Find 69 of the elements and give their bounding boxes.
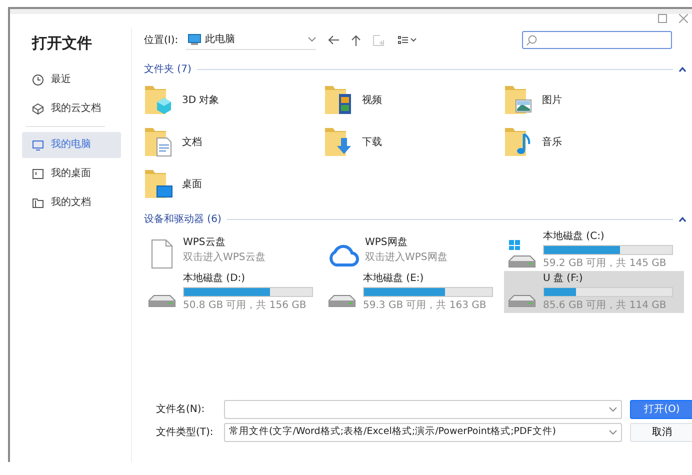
back-arrow-icon[interactable]	[328, 35, 340, 45]
section-title: 文件夹 (7)	[144, 62, 192, 76]
hard-drive-icon	[507, 295, 537, 307]
capacity-text: 59.2 GB 可用，共 145 GB	[543, 256, 668, 271]
chevron-down-icon	[308, 37, 316, 42]
collapse-caret-icon[interactable]	[679, 66, 686, 72]
picture-folder-icon	[504, 84, 534, 116]
hard-drive-icon	[507, 239, 537, 269]
cancel-button[interactable]: 取消	[630, 423, 692, 442]
drive-item[interactable]: 本地磁盘 (C:) 59.2 GB 可用，共 145 GB	[504, 229, 684, 271]
cube-icon	[32, 102, 44, 114]
folder-icon	[32, 196, 44, 208]
video-folder-icon	[324, 84, 354, 116]
drive-item[interactable]: 本地磁盘 (D:) 50.8 GB 可用，共 156 GB	[144, 271, 324, 313]
location-label: 位置(I):	[144, 34, 178, 48]
filename-label: 文件名(N):	[156, 402, 206, 417]
computer-icon	[188, 34, 202, 45]
capacity-text: 85.6 GB 可用，共 114 GB	[543, 298, 668, 313]
hard-drive-icon	[327, 295, 357, 307]
sidebar-item[interactable]: 我的文档	[22, 190, 121, 216]
folder-name[interactable]: 桌面	[182, 176, 202, 192]
chevron-down-icon	[609, 430, 617, 435]
drive-item[interactable]: U 盘 (F:) 85.6 GB 可用，共 114 GB	[504, 271, 684, 313]
chevron-down-icon	[609, 407, 617, 412]
document-folder-icon	[144, 126, 174, 158]
sidebar-item[interactable]: 最近	[22, 66, 121, 92]
desktop-folder-icon	[144, 168, 174, 200]
window-title: 打开文件	[30, 33, 93, 54]
sidebar-item[interactable]: 我的电脑	[22, 132, 121, 158]
capacity-text: 59.3 GB 可用，共 163 GB	[363, 298, 488, 313]
folder-name[interactable]: 下载	[362, 134, 382, 150]
maximize-icon[interactable]	[658, 14, 667, 23]
hard-drive-icon	[147, 295, 177, 307]
cube-folder-icon	[144, 84, 174, 116]
folder-name[interactable]: 文档	[182, 134, 202, 150]
drive-name: 本地磁盘 (D:)	[183, 272, 246, 286]
capacity-text: 50.8 GB 可用，共 156 GB	[183, 298, 308, 313]
drive-name: WPS云盘	[183, 236, 226, 250]
drive-name: 本地磁盘 (C:)	[543, 230, 606, 244]
search-field[interactable]	[522, 31, 672, 49]
section-title: 设备和驱动器 (6)	[144, 212, 222, 226]
open-button[interactable]: 打开(O)	[630, 400, 692, 419]
desktop-icon	[32, 168, 44, 180]
drive-description: 双击进入WPS云盘	[183, 250, 266, 265]
drive-item[interactable]: WPS云盘 双击进入WPS云盘	[144, 229, 324, 271]
drive-item[interactable]: WPS网盘 双击进入WPS网盘	[324, 229, 504, 271]
sidebar-item[interactable]: 我的云文档	[22, 96, 121, 122]
folder-name[interactable]: 3D 对象	[182, 92, 220, 108]
view-options-icon[interactable]	[398, 36, 418, 44]
drive-name: WPS网盘	[365, 236, 408, 250]
folder-name[interactable]: 音乐	[542, 134, 562, 150]
up-arrow-icon[interactable]	[351, 34, 362, 46]
monitor-icon	[32, 138, 44, 150]
drive-description: 双击进入WPS网盘	[365, 250, 448, 265]
filetype-dropdown[interactable]: 常用文件(文字/Word格式;表格/Excel格式;演示/PowerPoint格式;PDF文件)	[224, 423, 622, 442]
drive-item[interactable]: 本地磁盘 (E:) 59.3 GB 可用，共 163 GB	[324, 271, 504, 313]
folder-name[interactable]: 图片	[542, 92, 562, 108]
filename-field[interactable]	[224, 400, 622, 419]
sidebar-item[interactable]: 我的桌面	[22, 160, 121, 186]
folder-name[interactable]: 视频	[362, 92, 382, 108]
collapse-caret-icon[interactable]	[679, 216, 686, 222]
search-icon	[526, 34, 537, 46]
drive-name: 本地磁盘 (E:)	[363, 272, 425, 286]
filetype-label: 文件类型(T):	[156, 426, 214, 440]
location-dropdown[interactable]: 此电脑	[186, 30, 316, 50]
clock-icon	[32, 74, 44, 86]
download-folder-icon	[324, 126, 354, 158]
close-icon[interactable]	[679, 14, 688, 23]
drive-name: U 盘 (F:)	[543, 272, 584, 286]
